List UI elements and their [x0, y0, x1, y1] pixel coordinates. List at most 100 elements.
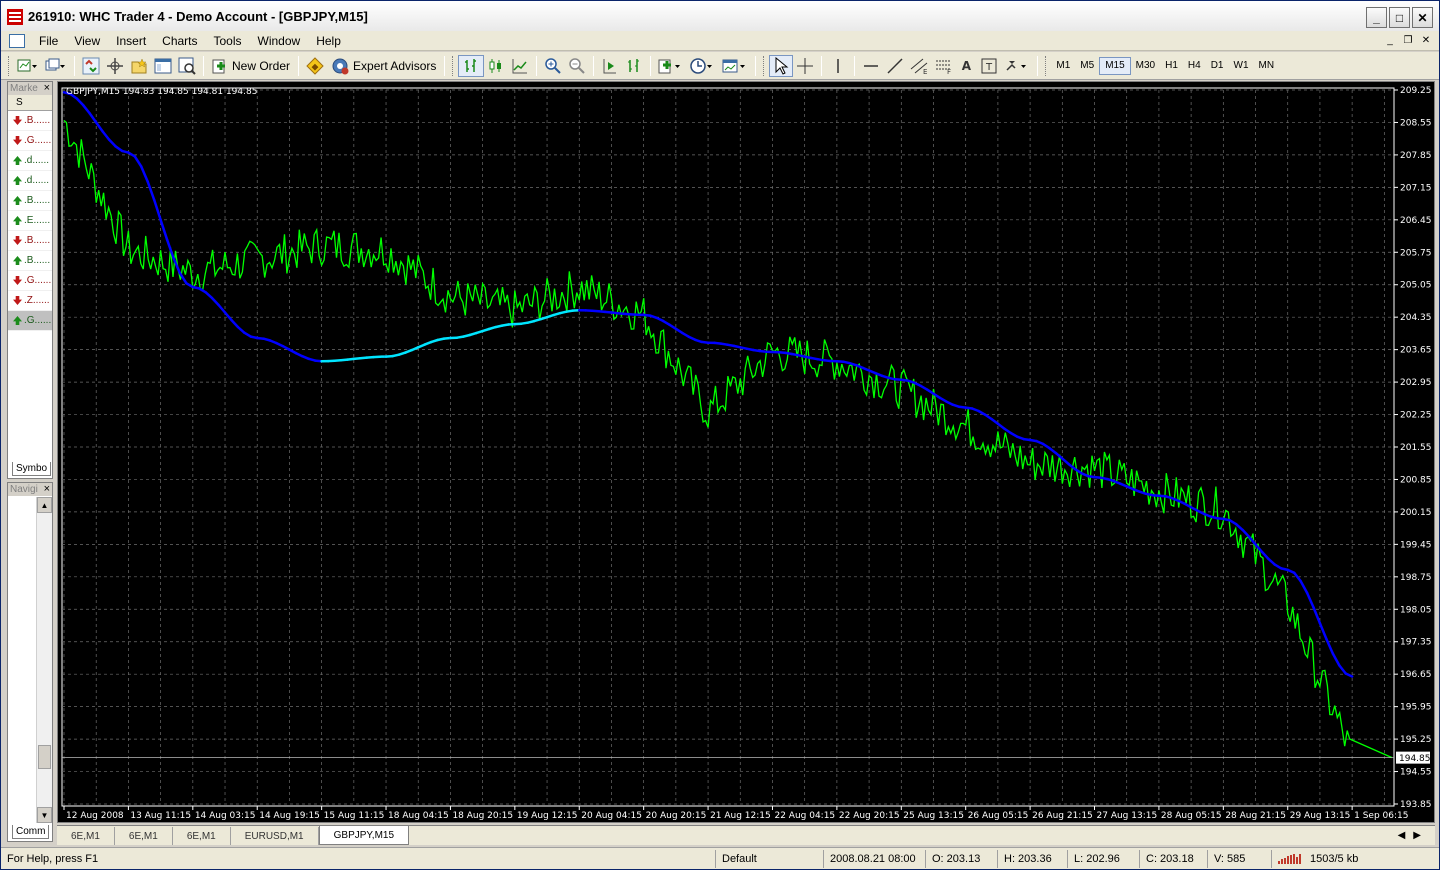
arrows-icon[interactable]	[1001, 55, 1033, 77]
toolbar: New Order ◆ Expert Advisors E F A T M1 M…	[1, 52, 1439, 80]
timeframe-w1[interactable]: W1	[1229, 57, 1254, 75]
ma-segment	[1312, 606, 1322, 625]
market-watch-row[interactable]: .Z......	[8, 291, 52, 311]
expert-advisors-button[interactable]: Expert Advisors	[327, 55, 440, 77]
market-watch-icon[interactable]	[79, 55, 103, 77]
symbols-tab[interactable]: Symbo	[12, 462, 52, 476]
toolbar-grip-4[interactable]	[1045, 55, 1048, 76]
toolbar-grip-2[interactable]	[452, 55, 455, 76]
status-volume: V: 585	[1207, 849, 1271, 868]
navigator-scrollbar[interactable]: ▲ ▼	[36, 497, 52, 823]
trendline-icon[interactable]	[883, 55, 907, 77]
app-icon[interactable]	[7, 8, 23, 25]
scroll-up-icon[interactable]: ▲	[37, 497, 52, 513]
data-window-icon[interactable]	[103, 55, 127, 77]
mdi-close-icon[interactable]: ✕	[1419, 34, 1433, 48]
terminal-icon[interactable]	[151, 55, 175, 77]
text-icon[interactable]: A	[955, 55, 977, 77]
market-watch-row[interactable]: .E......	[8, 211, 52, 231]
vertical-line-icon[interactable]	[826, 55, 850, 77]
ma-segment	[1318, 621, 1328, 641]
indicators-icon[interactable]	[655, 55, 687, 77]
menu-file[interactable]: File	[31, 34, 66, 48]
menu-insert[interactable]: Insert	[108, 34, 154, 48]
close-icon[interactable]: ×	[44, 82, 50, 94]
navigator-header[interactable]: Navigi ×	[8, 483, 52, 496]
symbol-name: .B......	[24, 195, 51, 206]
timeframe-m1[interactable]: M1	[1051, 57, 1075, 75]
price-chart[interactable]: 209.25 208.55 207.85 207.15 206.45 205.75 205.…	[58, 82, 1435, 823]
minimize-button[interactable]: _	[1366, 7, 1387, 28]
zoom-in-icon[interactable]	[541, 55, 565, 77]
maximize-button[interactable]: □	[1389, 7, 1410, 28]
chart-shift-icon[interactable]	[622, 55, 646, 77]
timeframe-mn[interactable]: MN	[1254, 57, 1280, 75]
market-watch-row[interactable]: .B......	[8, 191, 52, 211]
candlestick-icon[interactable]	[484, 55, 508, 77]
menu-help[interactable]: Help	[308, 34, 349, 48]
bar-chart-icon[interactable]	[458, 54, 485, 77]
templates-icon[interactable]	[719, 55, 751, 77]
mdi-minimize-icon[interactable]: _	[1383, 34, 1397, 48]
crosshair-icon[interactable]	[793, 55, 817, 77]
chart-tab[interactable]: 6E,M1	[57, 827, 115, 845]
menu-window[interactable]: Window	[250, 34, 309, 48]
zoom-out-icon[interactable]	[565, 55, 589, 77]
chart-tab[interactable]: 6E,M1	[115, 827, 173, 845]
ma-segment	[204, 291, 214, 300]
toolbar-grip[interactable]	[8, 55, 11, 76]
arrow-down-icon	[13, 136, 22, 145]
timeframe-d1[interactable]: D1	[1206, 57, 1229, 75]
new-chart-icon[interactable]	[14, 55, 42, 77]
scroll-down-icon[interactable]: ▼	[37, 807, 52, 823]
timeframe-m30[interactable]: M30	[1131, 57, 1160, 75]
horizontal-line-icon[interactable]	[859, 55, 883, 77]
line-chart-icon[interactable]	[508, 55, 532, 77]
market-watch-row[interactable]: .B......	[8, 231, 52, 251]
text-label-icon[interactable]: T	[977, 55, 1001, 77]
market-watch-row[interactable]: .G......	[8, 271, 52, 291]
menu-view[interactable]: View	[66, 34, 108, 48]
market-watch-row[interactable]: .G......	[8, 311, 52, 331]
cursor-icon[interactable]	[769, 54, 794, 77]
menu-tools[interactable]: Tools	[206, 34, 250, 48]
symbol-name: .B......	[24, 235, 51, 246]
common-tab[interactable]: Comm	[12, 825, 50, 839]
title-bar[interactable]: 261910: WHC Trader 4 - Demo Account - [G…	[1, 1, 1439, 33]
y-tick-label: 206.45	[1400, 216, 1432, 226]
chart-tab-active[interactable]: GBPJPY,M15	[318, 826, 410, 845]
close-button[interactable]: ✕	[1412, 7, 1433, 28]
profiles-icon[interactable]	[42, 55, 70, 77]
y-tick-label: 202.25	[1400, 411, 1432, 421]
menu-charts[interactable]: Charts	[154, 34, 205, 48]
timeframe-h1[interactable]: H1	[1160, 57, 1183, 75]
market-watch-row[interactable]: .B......	[8, 251, 52, 271]
navigator-icon[interactable]	[127, 55, 151, 77]
timeframe-m15[interactable]: M15	[1099, 56, 1131, 75]
fibonacci-icon[interactable]: F	[931, 55, 955, 77]
market-watch-row[interactable]: .G......	[8, 131, 52, 151]
chart-window-icon[interactable]	[9, 33, 25, 48]
chart-tab[interactable]: 6E,M1	[173, 827, 231, 845]
market-watch-header[interactable]: Marke ×	[8, 82, 52, 95]
new-order-button[interactable]: New Order	[208, 55, 294, 77]
market-watch-row[interactable]: .d......	[8, 171, 52, 191]
close-icon[interactable]: ×	[44, 483, 50, 495]
market-watch-row[interactable]: .d......	[8, 151, 52, 171]
metaeditor-icon[interactable]: ◆	[303, 55, 327, 77]
scroll-thumb[interactable]	[38, 745, 51, 769]
market-watch-row[interactable]: .B......	[8, 111, 52, 131]
tab-right-icon[interactable]: ▶	[1413, 830, 1421, 841]
timeframe-h4[interactable]: H4	[1183, 57, 1206, 75]
chart-tab[interactable]: EURUSD,M1	[231, 827, 319, 845]
strategy-tester-icon[interactable]	[175, 55, 199, 77]
chart-window[interactable]: 209.25 208.55 207.85 207.15 206.45 205.75 205.…	[57, 81, 1435, 823]
symbol-column-header[interactable]: S	[8, 95, 52, 111]
periods-icon[interactable]	[687, 55, 719, 77]
equidistant-channel-icon[interactable]: E	[907, 55, 931, 77]
tab-left-icon[interactable]: ◀	[1398, 830, 1406, 841]
toolbar-grip-3[interactable]	[763, 55, 766, 76]
auto-scroll-icon[interactable]	[598, 55, 622, 77]
mdi-restore-icon[interactable]: ❐	[1401, 34, 1415, 48]
timeframe-m5[interactable]: M5	[1075, 57, 1099, 75]
